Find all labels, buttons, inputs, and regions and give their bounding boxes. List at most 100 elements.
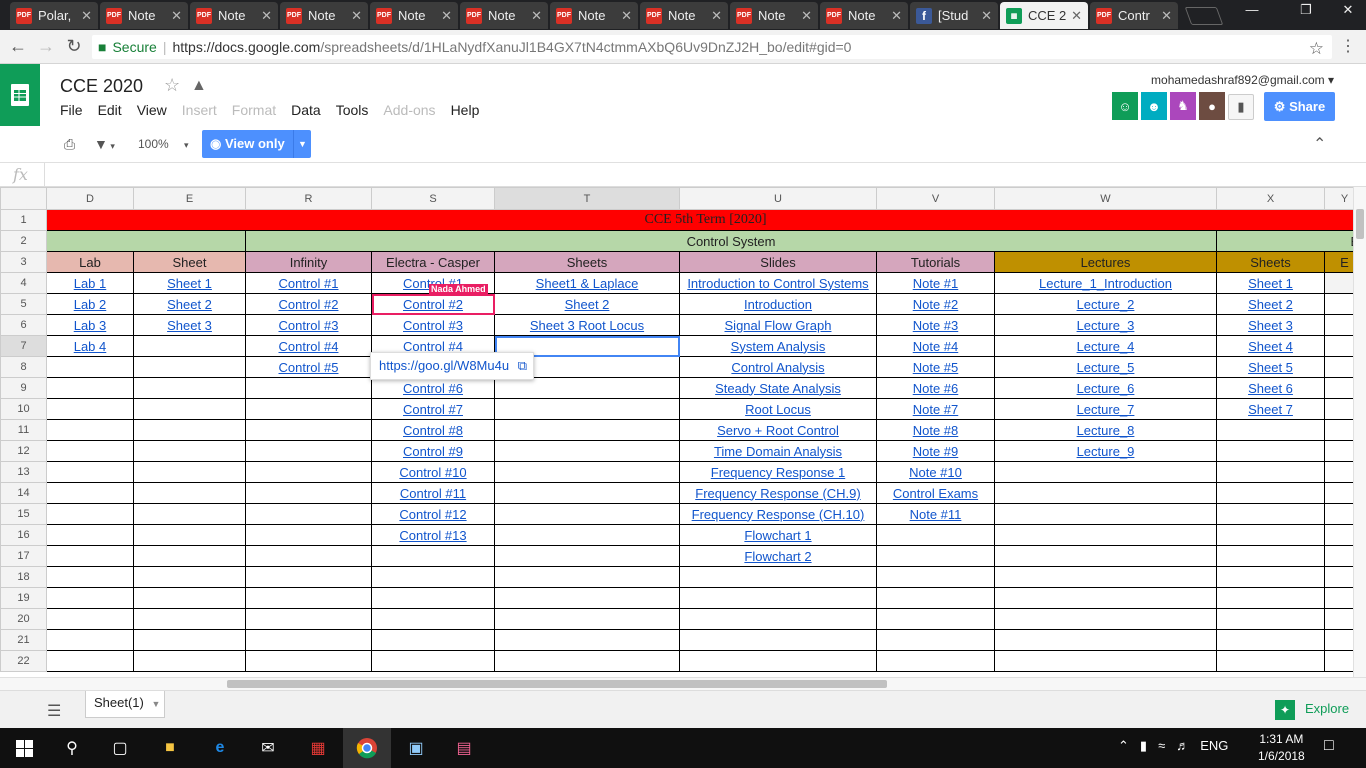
data-cell[interactable] [133,377,246,399]
reload-icon[interactable]: ↻ [62,36,86,57]
cell-link[interactable]: Sheet 2 [167,297,212,312]
data-cell[interactable]: Sheet 3 Root Locus [494,314,680,336]
data-cell[interactable] [245,377,372,399]
cell-link[interactable]: Control #10 [399,465,466,480]
menu-help[interactable]: Help [451,102,480,118]
data-cell[interactable]: Control #1 [245,272,372,294]
edge-icon[interactable]: e [208,736,232,760]
language-indicator[interactable]: ENG [1200,738,1228,754]
data-cell[interactable] [133,356,246,378]
row-header[interactable]: 20 [0,608,47,630]
close-tab-icon[interactable]: ✕ [351,8,362,24]
column-header[interactable]: E [133,187,246,210]
close-tab-icon[interactable]: ✕ [171,8,182,24]
zoom-select[interactable]: 100% ▾ [138,137,189,151]
data-cell[interactable]: Control #5 [245,356,372,378]
data-cell[interactable] [371,650,495,672]
data-cell[interactable] [46,587,134,609]
data-cell[interactable] [133,629,246,651]
cell-link[interactable]: Control #1 [279,276,339,291]
winrar-icon[interactable]: ▤ [452,736,476,760]
data-cell[interactable]: Frequency Response (CH.9) [679,482,877,504]
data-cell[interactable]: Sheet 1 [1216,272,1325,294]
cell-link[interactable]: Note #6 [913,381,959,396]
data-cell[interactable] [133,440,246,462]
data-cell[interactable]: Sheet 6 [1216,377,1325,399]
data-cell[interactable]: Lecture_9 [994,440,1217,462]
data-cell[interactable] [133,650,246,672]
data-cell[interactable]: Flowchart 1 [679,524,877,546]
data-cell[interactable] [46,377,134,399]
data-cell[interactable]: Lab 3 [46,314,134,336]
battery-icon[interactable]: ▮ [1140,738,1147,754]
data-cell[interactable] [994,587,1217,609]
data-cell[interactable]: Lab 4 [46,335,134,357]
horizontal-scrollbar[interactable] [0,677,1366,690]
column-title-cell[interactable]: Sheets [494,251,680,273]
browser-tab[interactable]: ▦ CCE 2 ✕ [1000,2,1088,29]
data-cell[interactable]: Sheet 3 [133,314,246,336]
data-cell[interactable] [876,566,995,588]
browser-tab[interactable]: PDF Note ✕ [100,2,188,29]
data-cell[interactable]: Note #1 [876,272,995,294]
data-cell[interactable] [245,545,372,567]
data-cell[interactable] [1216,482,1325,504]
data-cell[interactable]: Control #6 [371,377,495,399]
group-header-cell[interactable] [46,230,246,252]
windows-start-icon[interactable] [12,736,36,760]
data-cell[interactable]: Lecture_2 [994,293,1217,315]
mail-icon[interactable]: ✉ [256,736,280,760]
restore-icon[interactable]: ❐ [1292,0,1320,22]
menu-tools[interactable]: Tools [336,102,369,118]
row-header[interactable]: 7 [0,335,47,357]
menu-format[interactable]: Format [232,102,276,118]
cell-link[interactable]: Control #13 [399,528,466,543]
data-cell[interactable] [494,650,680,672]
data-cell[interactable]: Control #3 [371,314,495,336]
collapse-menu-icon[interactable]: ⌃ [1313,134,1326,154]
close-tab-icon[interactable]: ✕ [981,8,992,24]
star-icon[interactable]: ☆ [164,75,180,96]
column-header[interactable]: U [679,187,877,210]
data-cell[interactable] [46,503,134,525]
cell-link[interactable]: Lecture_7 [1077,402,1135,417]
data-cell[interactable]: Sheet 2 [1216,293,1325,315]
link-preview-url[interactable]: https://goo.gl/W8Mu4u [379,358,509,373]
cell-link[interactable]: Control #8 [403,423,463,438]
data-cell[interactable] [1216,566,1325,588]
data-cell[interactable]: Control #3 [245,314,372,336]
cell-link[interactable]: Sheet 5 [1248,360,1293,375]
data-cell[interactable]: Lecture_1_Introduction [994,272,1217,294]
document-title[interactable]: CCE 2020 [60,76,143,97]
cell-link[interactable]: Sheet 4 [1248,339,1293,354]
data-cell[interactable]: Signal Flow Graph [679,314,877,336]
data-cell[interactable]: Lecture_4 [994,335,1217,357]
column-title-cell[interactable]: Sheet [133,251,246,273]
data-cell[interactable] [46,440,134,462]
cell-link[interactable]: Signal Flow Graph [725,318,832,333]
cell-link[interactable]: Sheet 3 [167,318,212,333]
tray-chevron-icon[interactable]: ⌃ [1118,738,1129,754]
data-cell[interactable] [371,587,495,609]
browser-tab[interactable]: PDF Contr ✕ [1090,2,1178,29]
column-title-cell[interactable]: Slides [679,251,877,273]
data-cell[interactable] [876,629,995,651]
data-cell[interactable] [494,629,680,651]
row-header[interactable]: 9 [0,377,47,399]
data-cell[interactable] [494,440,680,462]
avatar[interactable]: ♞ [1170,92,1196,120]
row-header[interactable]: 2 [0,230,47,252]
data-cell[interactable] [245,650,372,672]
data-cell[interactable] [494,482,680,504]
row-header[interactable]: 15 [0,503,47,525]
data-cell[interactable]: Control #13 [371,524,495,546]
cell-link[interactable]: Note #5 [913,360,959,375]
close-tab-icon[interactable]: ✕ [531,8,542,24]
share-button[interactable]: ⚙ Share [1264,92,1335,121]
account-email[interactable]: mohamedashraf892@gmail.com ▾ [1151,73,1334,87]
cell-link[interactable]: Sheet 2 [1248,297,1293,312]
data-cell[interactable] [133,545,246,567]
volume-icon[interactable]: ♬ [1176,738,1189,754]
row-header[interactable]: 10 [0,398,47,420]
data-cell[interactable] [46,629,134,651]
